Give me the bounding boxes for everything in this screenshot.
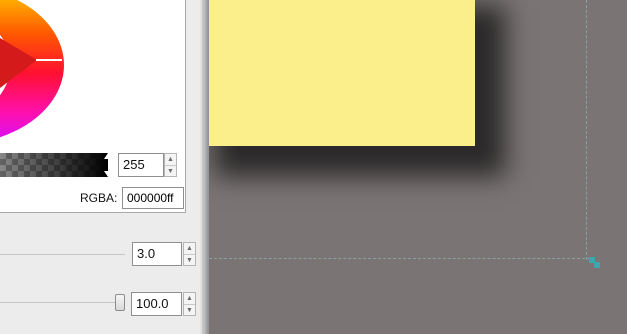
- opacity-input[interactable]: 100.0: [131, 292, 182, 316]
- spin-down-icon[interactable]: ▼: [184, 254, 195, 266]
- spin-down-icon[interactable]: ▼: [184, 304, 195, 316]
- alpha-gradient-bar[interactable]: [0, 153, 108, 177]
- spin-down-icon[interactable]: ▼: [165, 165, 176, 177]
- stroke-width-input[interactable]: 3.0: [132, 242, 182, 266]
- drawing-canvas[interactable]: [209, 0, 627, 334]
- stroke-width-slider-track[interactable]: [0, 254, 125, 255]
- color-chooser: 255 ▲ ▼ RGBA: 000000ff: [0, 0, 186, 213]
- rgba-label: RGBA:: [80, 191, 118, 205]
- rgba-input[interactable]: 000000ff: [122, 187, 184, 209]
- spin-up-icon[interactable]: ▲: [184, 243, 195, 254]
- guide-line-vertical: [586, 0, 587, 260]
- panel-splitter[interactable]: [200, 0, 209, 334]
- opacity-slider-thumb[interactable]: [115, 294, 125, 311]
- alpha-spinner[interactable]: ▲ ▼: [164, 153, 177, 177]
- stroke-width-spinner[interactable]: ▲ ▼: [183, 242, 196, 266]
- guide-line-horizontal: [209, 258, 595, 259]
- properties-panel: 255 ▲ ▼ RGBA: 000000ff 3.0 ▲ ▼ 100.0 ▲ ▼: [0, 0, 200, 334]
- color-wheel[interactable]: [0, 0, 70, 150]
- opacity-slider-track[interactable]: [0, 302, 125, 303]
- alpha-slider-marker[interactable]: [103, 153, 113, 177]
- opacity-spinner[interactable]: ▲ ▼: [183, 292, 196, 316]
- resize-handle[interactable]: [594, 262, 600, 268]
- alpha-input[interactable]: 255: [118, 153, 164, 177]
- spin-up-icon[interactable]: ▲: [184, 293, 195, 304]
- sticky-note-shape[interactable]: [209, 0, 475, 146]
- spin-up-icon[interactable]: ▲: [165, 154, 176, 165]
